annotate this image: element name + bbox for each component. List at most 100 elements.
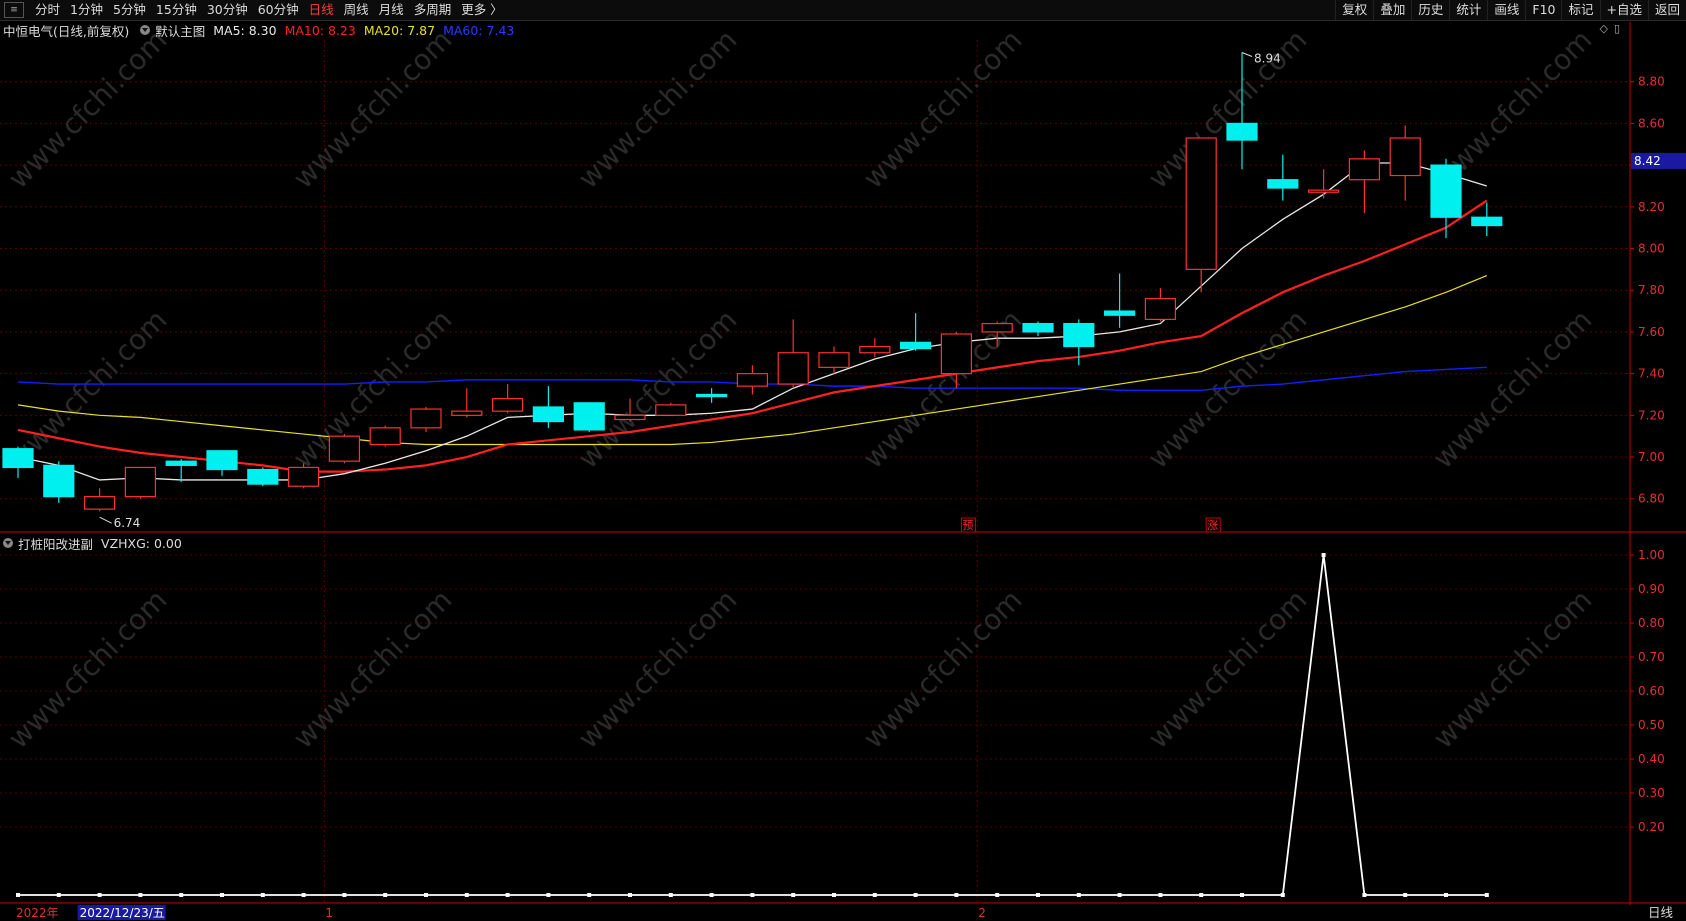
price-tick-label: 8.00 [1638, 242, 1665, 256]
candle-body [1226, 122, 1258, 141]
price-tick-label: 8.20 [1638, 200, 1665, 214]
watermark-text: www.cfchi.com [572, 303, 744, 475]
watermark-text: www.cfchi.com [2, 583, 174, 755]
indicator-tick-label: 0.40 [1638, 752, 1665, 766]
ma60-value: MA60: 7.43 [443, 22, 515, 38]
period-tab-8[interactable]: 月线 [374, 0, 409, 20]
price-tick-label: 6.80 [1638, 492, 1665, 506]
indicator-point [1444, 893, 1448, 897]
indicator-point [668, 893, 673, 897]
template-dropdown-icon[interactable] [140, 25, 151, 35]
toolbar-button-1[interactable]: 叠加 [1373, 0, 1411, 20]
price-tick-label: 7.60 [1638, 325, 1665, 339]
candle-body [573, 402, 605, 431]
template-name[interactable]: 默认主图 [155, 21, 205, 40]
candlesticks[interactable] [2, 52, 1503, 512]
indicator-point [220, 893, 224, 897]
indicator-point [1362, 893, 1367, 897]
period-tab-6[interactable]: 日线 [304, 0, 339, 20]
indicator-point [628, 893, 632, 897]
indicator-point [750, 893, 755, 897]
candle-body [777, 352, 809, 385]
candle-body [695, 393, 728, 398]
watermark-text: www.cfchi.com [1427, 303, 1599, 475]
watermark-text: www.cfchi.com [857, 583, 1029, 755]
indicator-name[interactable]: 打桩阳改进副 [18, 534, 93, 553]
toolbar-button-6[interactable]: 标记 [1561, 0, 1599, 20]
period-tab-3[interactable]: 15分钟 [151, 0, 202, 20]
time-axis-label: 2022年 [16, 906, 59, 920]
indicator-point [546, 893, 551, 897]
indicator-point [872, 893, 877, 897]
candle-body [818, 352, 850, 368]
candle-body [83, 496, 116, 510]
indicator-point [791, 893, 796, 897]
candle-body [1185, 137, 1217, 270]
candle-body [1389, 137, 1421, 177]
indicator-point [16, 893, 20, 897]
toolbar-button-4[interactable]: 画线 [1487, 0, 1525, 20]
candle-body [1430, 164, 1462, 218]
indicator-tick-label: 0.20 [1638, 820, 1665, 834]
candle-body [1471, 216, 1503, 227]
period-tab-5[interactable]: 60分钟 [253, 0, 304, 20]
indicator-point [913, 893, 918, 897]
price-tick-label: 8.60 [1638, 116, 1665, 130]
price-grid [0, 40, 1630, 903]
period-tab-9[interactable]: 多周期 [409, 0, 457, 20]
toolbar-button-5[interactable]: F10 [1525, 0, 1561, 20]
candle-body [1144, 297, 1177, 321]
period-tab-7[interactable]: 周线 [339, 0, 374, 20]
watermark-text: www.cfchi.com [572, 583, 744, 755]
indicator-point [383, 893, 388, 897]
indicator-tick-label: 0.50 [1638, 718, 1665, 732]
candle-body [1103, 310, 1136, 316]
stock-title: 中恒电气(日线,前复权) [3, 23, 130, 39]
toolbar-button-8[interactable]: 返回 [1647, 0, 1686, 20]
period-tab-2[interactable]: 5分钟 [108, 0, 151, 20]
signal-label: 涨 [1207, 519, 1218, 532]
watermark-text: www.cfchi.com [287, 23, 459, 195]
period-tabs: 分时 1分钟 5分钟 15分钟 30分钟 60分钟 日线 周线 月线 多周期 更多 〉 [30, 0, 508, 20]
indicator-point [260, 893, 265, 897]
candle-body [981, 322, 1013, 333]
toolbar-button-2[interactable]: 历史 [1411, 0, 1449, 20]
period-tab-1[interactable]: 1分钟 [65, 0, 108, 20]
toolbar-button-3[interactable]: 统计 [1449, 0, 1487, 20]
time-axis-label: 2 [978, 906, 986, 920]
panel-window-icons[interactable]: ◇▯ [1599, 22, 1626, 35]
candle-body [532, 406, 565, 423]
candle-body [369, 427, 401, 446]
watermark-text: www.cfchi.com [572, 23, 744, 195]
moving-average-lines [17, 162, 1488, 481]
indicator-point [179, 893, 184, 897]
candle-body [859, 345, 891, 354]
indicator-point [1403, 893, 1408, 897]
toolbar-button-7[interactable]: +自选 [1599, 0, 1648, 20]
ma10-value: MA10: 8.23 [284, 22, 356, 38]
period-tab-10[interactable]: 更多 〉 [456, 0, 507, 20]
indicator-point [464, 893, 469, 897]
indicator-tick-label: 0.90 [1638, 582, 1665, 596]
price-tick-label: 7.40 [1638, 367, 1665, 381]
period-tab-4[interactable]: 30分钟 [202, 0, 253, 20]
indicator-point [832, 893, 836, 897]
watermark-text: www.cfchi.com [2, 23, 174, 195]
candle-body [1348, 158, 1381, 181]
ma5-line [17, 162, 1487, 481]
indicator-dropdown-icon[interactable] [3, 538, 13, 548]
indicator-point [1036, 893, 1040, 897]
menu-icon[interactable]: ≡ [4, 2, 24, 18]
price-tick-label: 7.00 [1638, 450, 1665, 464]
period-tab-0[interactable]: 分时 [30, 0, 65, 20]
candle-body [451, 410, 483, 416]
watermark-text: www.cfchi.com [1142, 583, 1314, 755]
watermark-text: www.cfchi.com [1427, 583, 1599, 755]
indicator-point [1280, 893, 1285, 897]
candle-body [410, 408, 442, 429]
price-tick-label: 7.20 [1638, 408, 1665, 422]
watermark-text: www.cfchi.com [1142, 23, 1314, 195]
chart-canvas[interactable]: www.cfchi.com www.cfchi.com www.cfchi.com w… [0, 0, 1686, 921]
toolbar-button-0[interactable]: 复权 [1335, 0, 1373, 20]
candle-body [43, 464, 75, 498]
